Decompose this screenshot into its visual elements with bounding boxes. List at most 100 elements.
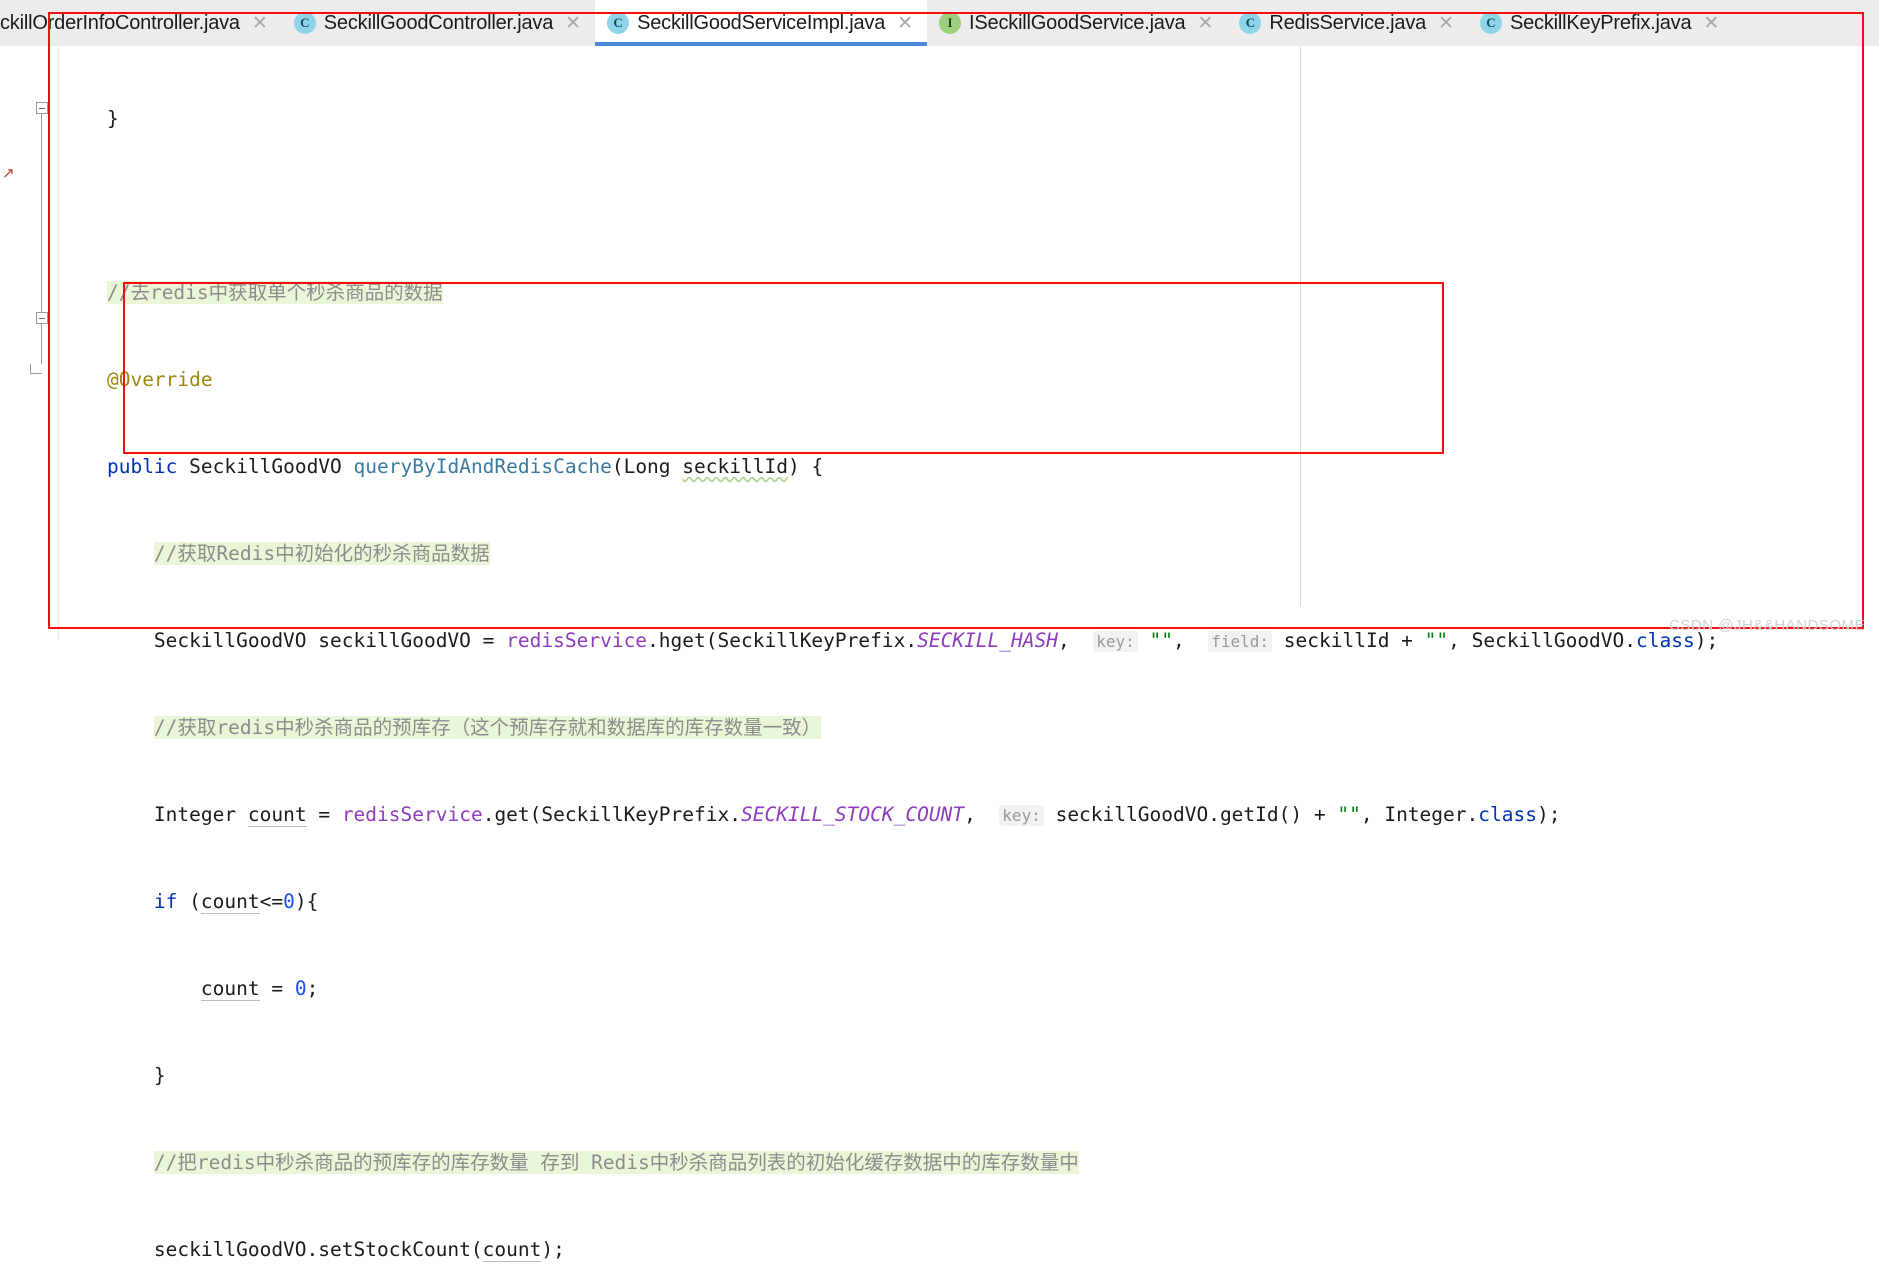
- comma: ,: [1058, 629, 1070, 652]
- code-line-14: seckillGoodVO.setStockCount(count);: [60, 1235, 1879, 1264]
- watermark-text: CSDN @JH&&HANDSOME: [1669, 617, 1865, 634]
- editor-scrollbar[interactable]: [1865, 46, 1879, 640]
- indent-guide: [1300, 46, 1301, 606]
- fold-marker-method[interactable]: [36, 102, 48, 114]
- const-seckill-stock-count: SECKILL_STOCK_COUNT: [741, 803, 965, 826]
- tab-seckill-good-service-impl[interactable]: C SeckillGoodServiceImpl.java ✕: [595, 0, 928, 46]
- class-ref-integer: Integer.: [1384, 803, 1479, 826]
- paren-open: (: [611, 455, 624, 478]
- code-line-5: public SeckillGoodVO queryByIdAndRedisCa…: [60, 452, 1879, 481]
- close-icon[interactable]: ✕: [897, 12, 913, 35]
- call-get: .get(: [482, 803, 542, 826]
- brace-close: }: [153, 1064, 166, 1087]
- method-name: queryByIdAndRedisCache: [353, 455, 612, 478]
- comment-save-stock-to-list-cache: //把redis中秒杀商品的预库存的库存数量 存到 Redis中秒杀商品列表的初…: [153, 1151, 1079, 1174]
- class-ref-vo: SeckillGoodVO.: [1471, 629, 1637, 652]
- keyword-if: if: [153, 890, 178, 913]
- var-type: Integer: [153, 803, 237, 826]
- string-empty: "": [1149, 629, 1173, 652]
- param-name: seckillId: [682, 455, 788, 478]
- number-zero: 0: [283, 890, 295, 913]
- tab-redis-service[interactable]: C RedisService.java ✕: [1227, 0, 1468, 46]
- code-line-6: //获取Redis中初始化的秒杀商品数据: [60, 539, 1879, 568]
- code-content[interactable]: } //去redis中获取单个秒杀商品的数据 @Override public …: [60, 46, 1879, 1262]
- return-type: SeckillGoodVO: [189, 455, 342, 478]
- class-icon: C: [1239, 12, 1262, 34]
- comma: ,: [1173, 629, 1185, 652]
- field-redis-service: redisService: [341, 803, 483, 826]
- code-line-11: count = 0;: [60, 974, 1879, 1003]
- fold-region-line: [41, 114, 42, 364]
- param-hint-key: key:: [1093, 631, 1138, 652]
- param-hint-field: field:: [1208, 631, 1273, 652]
- var-seckill-good-vo: seckillGoodVO: [153, 1238, 307, 1261]
- code-line-9: Integer count = redisService.get(Seckill…: [60, 800, 1879, 829]
- code-line-13: //把redis中秒杀商品的预库存的库存数量 存到 Redis中秒杀商品列表的初…: [60, 1148, 1879, 1177]
- code-text: }: [60, 107, 119, 130]
- close-icon[interactable]: ✕: [1197, 12, 1213, 35]
- rerun-marker-icon[interactable]: ↗: [2, 164, 15, 182]
- assign-op: =: [482, 629, 495, 652]
- tab-seckill-order-info-controller[interactable]: ckillOrderInfoController.java ✕: [0, 0, 282, 46]
- tab-seckill-good-controller[interactable]: C SeckillGoodController.java ✕: [281, 0, 596, 46]
- code-line-10: if (count<=0){: [60, 887, 1879, 916]
- close-icon[interactable]: ✕: [252, 12, 268, 35]
- close-icon[interactable]: ✕: [1703, 12, 1719, 35]
- number-zero: 0: [294, 977, 307, 1000]
- call-hget: .hget(: [647, 629, 718, 652]
- keyword-public: public: [106, 455, 178, 478]
- var-count: count: [200, 977, 260, 1001]
- const-seckill-hash: SECKILL_HASH: [917, 629, 1058, 652]
- close-icon[interactable]: ✕: [565, 12, 581, 35]
- var-type: SeckillGoodVO: [153, 629, 307, 652]
- comment-get-redis-init-data: //获取Redis中初始化的秒杀商品数据: [153, 542, 490, 565]
- code-line-4: @Override: [60, 365, 1879, 394]
- assign-op: =: [318, 803, 331, 826]
- stmt-end: );: [541, 1238, 565, 1261]
- tab-label: SeckillGoodServiceImpl.java: [637, 11, 886, 34]
- stmt-end: );: [1536, 803, 1561, 826]
- param-type: Long: [623, 455, 671, 478]
- close-icon[interactable]: ✕: [1438, 12, 1454, 35]
- annotation-override: @Override: [106, 368, 213, 391]
- var-count: count: [247, 803, 307, 827]
- arg-seckill-id: seckillId +: [1283, 629, 1425, 652]
- class-icon: C: [1479, 12, 1502, 34]
- operator-lte: <=: [259, 890, 284, 913]
- class-icon: C: [607, 12, 630, 34]
- code-editor[interactable]: ↗ } //去redis中获取单个秒杀商品的数据 @Override publi…: [0, 46, 1879, 1262]
- code-line-1: }: [60, 104, 1879, 133]
- fold-marker-if[interactable]: [36, 312, 48, 324]
- tab-label: RedisService.java: [1269, 11, 1427, 34]
- assign-op: =: [271, 977, 284, 1000]
- var-name: seckillGoodVO: [318, 629, 471, 652]
- tab-iseckill-good-service[interactable]: I ISeckillGoodService.java ✕: [927, 0, 1228, 46]
- string-empty: "": [1424, 629, 1449, 652]
- tab-label: ckillOrderInfoController.java: [0, 11, 240, 34]
- class-seckill-key-prefix: SeckillKeyPrefix.: [541, 803, 741, 826]
- editor-tab-bar[interactable]: ckillOrderInfoController.java ✕ C Seckil…: [0, 0, 1879, 46]
- tab-seckill-key-prefix[interactable]: C SeckillKeyPrefix.java ✕: [1467, 0, 1734, 46]
- code-line-3: //去redis中获取单个秒杀商品的数据: [60, 278, 1879, 307]
- var-count: count: [482, 1238, 542, 1262]
- semicolon: ;: [306, 977, 319, 1000]
- code-line-7: SeckillGoodVO seckillGoodVO = redisServi…: [60, 626, 1879, 655]
- brace-open: ){: [294, 890, 319, 913]
- comma: ,: [1448, 629, 1460, 652]
- editor-gutter[interactable]: ↗: [0, 46, 59, 640]
- class-icon: C: [293, 12, 316, 34]
- keyword-class: class: [1478, 803, 1537, 826]
- param-hint-key: key:: [999, 805, 1044, 826]
- call-set-stock-count: .setStockCount(: [306, 1238, 483, 1261]
- interface-icon: I: [939, 12, 962, 34]
- tab-label: SeckillKeyPrefix.java: [1509, 11, 1692, 34]
- string-empty: "": [1337, 803, 1361, 826]
- comma: ,: [1360, 803, 1373, 826]
- code-line-8: //获取redis中秒杀商品的预库存（这个预库存就和数据库的库存数量一致）: [60, 713, 1879, 742]
- fold-region-end: [30, 364, 42, 374]
- tab-label: ISeckillGoodService.java: [969, 11, 1186, 34]
- var-count: count: [200, 890, 260, 914]
- paren-open: (: [189, 890, 201, 913]
- comment-get-pre-stock: //获取redis中秒杀商品的预库存（这个预库存就和数据库的库存数量一致）: [153, 716, 822, 739]
